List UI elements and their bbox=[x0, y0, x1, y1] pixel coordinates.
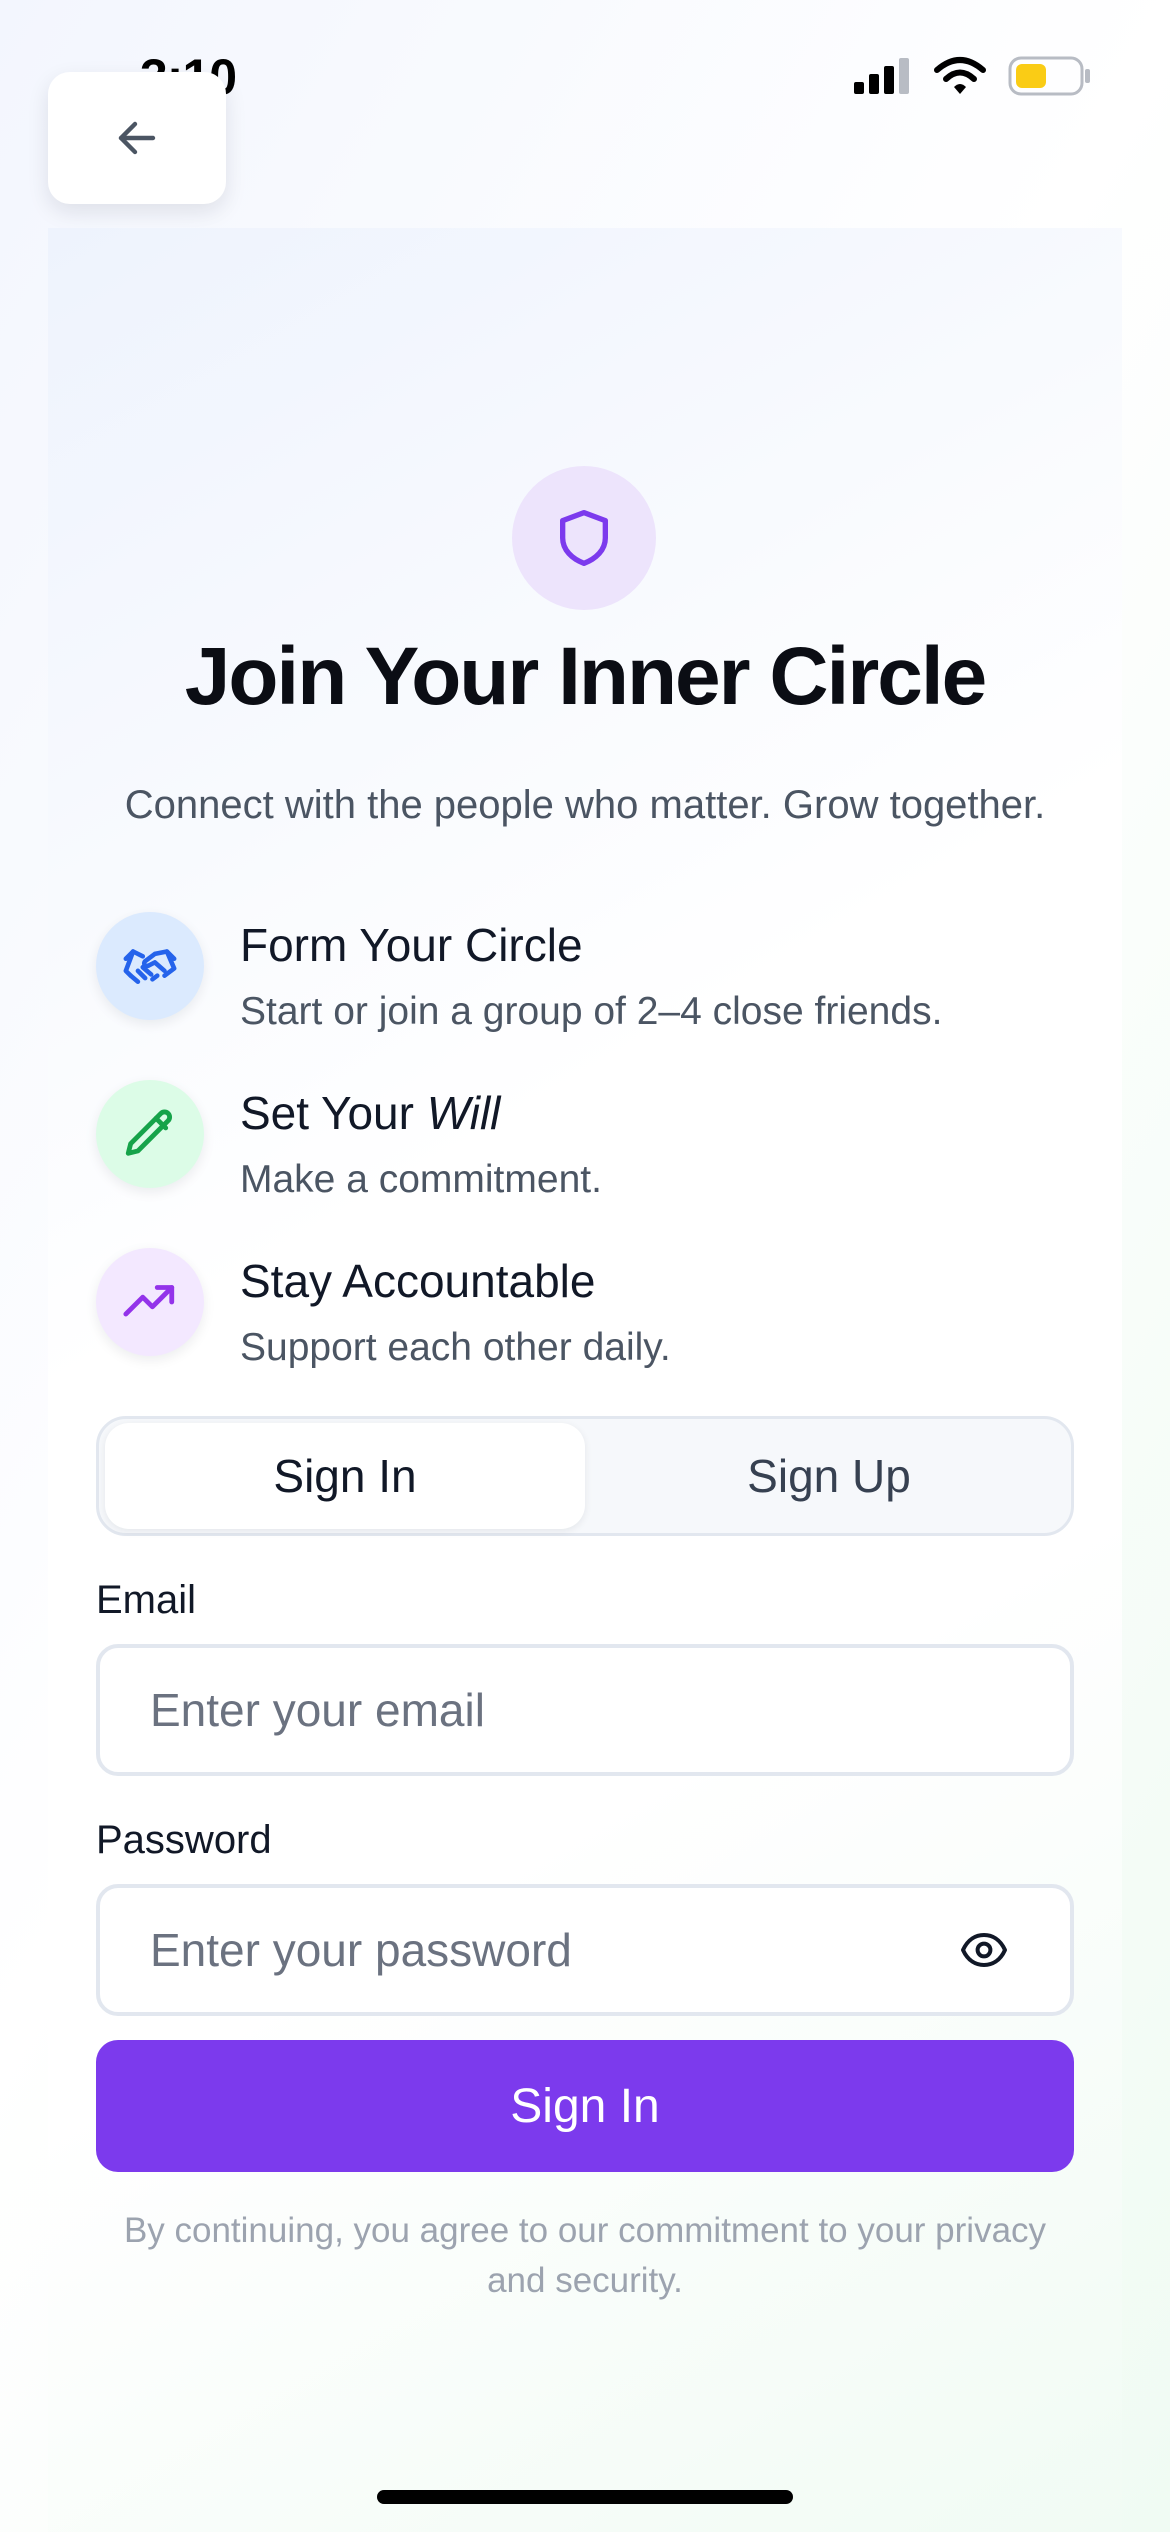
feature-form-circle: Form Your Circle Start or join a group o… bbox=[96, 912, 1096, 1052]
feature-title-emphasis: Will bbox=[426, 1087, 501, 1139]
home-indicator[interactable] bbox=[377, 2490, 793, 2504]
tab-sign-in[interactable]: Sign In bbox=[105, 1423, 585, 1529]
page-subtitle: Connect with the people who matter. Grow… bbox=[124, 783, 1046, 827]
feature-title-prefix: Set Your bbox=[240, 1087, 427, 1139]
email-field-container bbox=[96, 1644, 1074, 1776]
email-label: Email bbox=[96, 1578, 197, 1622]
feature-description: Make a commitment. bbox=[240, 1158, 602, 1201]
feature-icon-circle bbox=[96, 912, 204, 1020]
feature-description: Start or join a group of 2–4 close frien… bbox=[240, 990, 943, 1033]
feature-icon-circle bbox=[96, 1248, 204, 1356]
trending-up-icon bbox=[123, 1285, 175, 1317]
page-title: Join Your Inner Circle bbox=[184, 631, 988, 722]
pencil-icon bbox=[125, 1109, 173, 1156]
feature-icon-circle bbox=[96, 1080, 204, 1188]
arrow-left-icon bbox=[118, 121, 156, 155]
terms-text: By continuing, you agree to our commitme… bbox=[123, 2211, 1047, 2300]
shield-icon bbox=[560, 509, 608, 566]
password-label: Password bbox=[96, 1818, 272, 1862]
battery-level bbox=[1016, 64, 1046, 88]
email-field[interactable] bbox=[150, 1648, 950, 1772]
password-field-container bbox=[96, 1884, 1074, 2016]
feature-description: Support each other daily. bbox=[240, 1326, 671, 1369]
back-button[interactable] bbox=[48, 72, 226, 204]
toggle-password-visibility-button[interactable] bbox=[960, 1926, 1008, 1974]
feature-set-will: Set Your Will Make a commitment. bbox=[96, 1080, 1096, 1220]
feature-stay-accountable: Stay Accountable Support each other dail… bbox=[96, 1248, 1096, 1388]
handshake-icon bbox=[123, 949, 177, 985]
auth-tabs: Sign In Sign Up bbox=[96, 1416, 1074, 1536]
feature-title: Stay Accountable bbox=[240, 1255, 596, 1307]
feature-title: Form Your Circle bbox=[240, 919, 583, 971]
status-icons bbox=[854, 56, 1092, 96]
cellular-signal-icon bbox=[854, 58, 909, 94]
feature-title: Set Your Will bbox=[240, 1086, 500, 1140]
password-field[interactable] bbox=[150, 1888, 950, 2012]
tab-sign-up[interactable]: Sign Up bbox=[587, 1419, 1071, 1533]
wifi-icon bbox=[934, 57, 986, 94]
battery-icon bbox=[1008, 56, 1090, 96]
eye-icon bbox=[961, 1933, 1007, 1967]
hero-icon-circle bbox=[512, 466, 656, 610]
sign-in-button[interactable]: Sign In bbox=[96, 2040, 1074, 2172]
